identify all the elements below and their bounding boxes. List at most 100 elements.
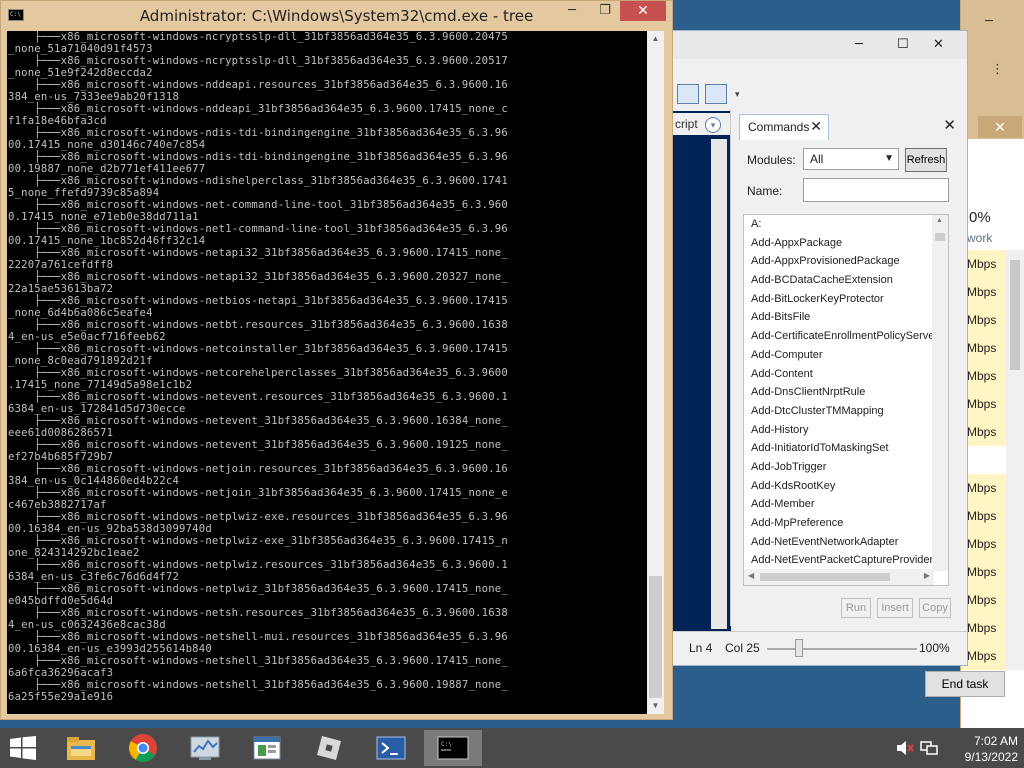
resource-monitor-icon <box>190 736 220 760</box>
taskbar-resource-monitor[interactable] <box>176 730 234 766</box>
scrollbar-thumb[interactable] <box>649 576 662 698</box>
start-button[interactable] <box>10 736 36 760</box>
ise-toolbar: ▾ <box>673 79 967 109</box>
ise-titlebar: ─ ☐ ✕ <box>673 31 967 59</box>
command-list-item[interactable]: Add-KdsRootKey <box>744 477 948 496</box>
modules-value: All <box>810 152 824 166</box>
command-list-item[interactable]: Add-BitsFile <box>744 308 948 327</box>
more-options-icon[interactable]: ⋮ <box>991 62 1004 77</box>
taskbar-file-explorer[interactable] <box>52 730 110 766</box>
task-manager-window: ─ ⋮ ✕ 0% work Mbps Mbps Mbps Mbps Mbps Mbps Mb… <box>960 0 1024 730</box>
refresh-button[interactable]: Refresh <box>905 148 947 172</box>
command-list-item[interactable]: Add-MpPreference <box>744 514 948 533</box>
cmd-window[interactable]: C:\ Administrator: C:\Windows\System32\c… <box>0 0 673 720</box>
scroll-right-icon[interactable]: ▶ <box>924 571 930 580</box>
minimize-icon[interactable]: ─ <box>557 1 587 21</box>
scrollbar-thumb[interactable] <box>1010 260 1020 370</box>
scroll-down-icon[interactable]: ▼ <box>647 698 664 714</box>
command-list-item[interactable]: Add-History <box>744 421 948 440</box>
column-number: Col 25 <box>725 641 760 655</box>
restore-icon[interactable]: ❐ <box>591 1 619 21</box>
close-icon[interactable]: ✕ <box>978 116 1022 138</box>
network-icon[interactable] <box>920 740 938 759</box>
event-viewer-icon <box>253 736 281 760</box>
command-list-item[interactable]: A: <box>744 215 948 234</box>
script-tab[interactable]: cript <box>673 113 731 135</box>
maximize-icon[interactable]: ☐ <box>897 37 909 52</box>
console-text: ├───x86_microsoft-windows-ncryptsslp-dll… <box>8 31 508 703</box>
zoom-slider[interactable] <box>767 648 917 650</box>
scrollbar-thumb[interactable] <box>935 233 945 241</box>
taskbar: C:\ 7:02 AM 9/13/2022 <box>0 728 1024 768</box>
command-list-hscrollbar[interactable]: ◀ ▶ <box>744 569 934 585</box>
zoom-slider-thumb[interactable] <box>795 639 803 657</box>
taskbar-event-viewer[interactable] <box>238 730 296 766</box>
console-scrollbar[interactable]: ▲ ▼ <box>647 31 664 714</box>
command-list-item[interactable]: Add-Content <box>744 365 948 384</box>
command-list-item[interactable]: Add-AppxProvisionedPackage <box>744 252 948 271</box>
roblox-icon <box>317 736 341 760</box>
taskbar-clock[interactable]: 7:02 AM 9/13/2022 <box>965 733 1018 765</box>
cmd-icon: C:\ <box>437 736 469 760</box>
chevron-down-icon: ▼ <box>884 153 894 164</box>
run-button[interactable]: Run <box>841 598 871 618</box>
zoom-level: 100% <box>919 641 950 655</box>
command-list-item[interactable]: Add-InitiatorIdToMaskingSet <box>744 439 948 458</box>
taskbar-chrome[interactable] <box>114 730 172 766</box>
scrollbar-thumb[interactable] <box>760 573 890 581</box>
taskbar-powershell-ise[interactable] <box>362 730 420 766</box>
svg-text:C:\: C:\ <box>441 741 452 748</box>
commands-pane: Commands ✕ ✕ Modules: All ▼ Refresh Name… <box>730 110 964 626</box>
insert-button[interactable]: Insert <box>877 598 913 618</box>
close-icon[interactable]: ✕ <box>810 115 822 139</box>
network-column-header[interactable]: 0% work <box>961 195 1024 251</box>
show-script-pane-icon[interactable] <box>677 84 699 104</box>
name-filter-input[interactable] <box>803 178 949 202</box>
end-task-button[interactable]: End task <box>925 671 1005 697</box>
clock-date: 9/13/2022 <box>964 750 1018 764</box>
command-list-item[interactable]: Add-CertificateEnrollmentPolicyServer <box>744 327 948 346</box>
console-output[interactable]: ├───x86_microsoft-windows-ncryptsslp-dll… <box>7 31 647 714</box>
modules-label: Modules: <box>747 153 796 167</box>
close-icon[interactable]: ✕ <box>620 1 666 21</box>
show-script-pane-right-icon[interactable] <box>705 84 727 104</box>
scroll-up-icon[interactable]: ▲ <box>647 31 664 47</box>
minimize-icon[interactable]: ─ <box>985 14 993 29</box>
network-column-label: work <box>967 231 993 245</box>
commands-tab[interactable]: Commands ✕ <box>739 114 829 140</box>
modules-dropdown[interactable]: All ▼ <box>803 148 899 170</box>
command-list-item[interactable]: Add-NetEventNetworkAdapter <box>744 533 948 552</box>
command-list-item[interactable]: Add-BCDataCacheExtension <box>744 271 948 290</box>
network-percent: 0% <box>969 209 991 226</box>
copy-button[interactable]: Copy <box>919 598 951 618</box>
commands-tab-label: Commands <box>748 120 810 134</box>
command-list-item[interactable]: Add-AppxPackage <box>744 234 948 253</box>
ise-status-bar: Ln 4 Col 25 100% <box>673 631 967 665</box>
name-label: Name: <box>747 184 783 198</box>
taskbar-cmd[interactable]: C:\ <box>424 730 482 766</box>
minimize-icon[interactable]: ─ <box>855 37 863 52</box>
collapse-script-pane-icon[interactable]: ▾ <box>705 117 721 133</box>
command-list-item[interactable]: Add-JobTrigger <box>744 458 948 477</box>
command-list-vscrollbar[interactable]: ▲ <box>932 215 948 571</box>
scroll-up-icon[interactable]: ▲ <box>936 217 943 224</box>
toolbar-overflow-icon[interactable]: ▾ <box>735 89 740 100</box>
volume-muted-icon[interactable] <box>896 740 914 759</box>
command-list-item[interactable]: Add-Member <box>744 495 948 514</box>
chrome-icon <box>129 734 157 762</box>
command-list-item[interactable]: Add-BitLockerKeyProtector <box>744 290 948 309</box>
line-number: Ln 4 <box>689 641 713 655</box>
command-list-item[interactable]: Add-DnsClientNrptRule <box>744 383 948 402</box>
scroll-left-icon[interactable]: ◀ <box>748 571 754 580</box>
task-manager-scrollbar[interactable] <box>1006 250 1024 670</box>
command-list: A: Add-AppxPackage Add-AppxProvisionedPack… <box>743 214 949 586</box>
command-list-item[interactable]: Add-NetEventPacketCaptureProvider <box>744 551 948 570</box>
close-icon[interactable]: ✕ <box>943 116 956 134</box>
command-list-item[interactable]: Add-DtcClusterTMMapping <box>744 402 948 421</box>
close-icon[interactable]: ✕ <box>933 37 944 52</box>
taskbar-roblox[interactable] <box>300 730 358 766</box>
cmd-titlebar[interactable]: C:\ Administrator: C:\Windows\System32\c… <box>1 1 672 31</box>
editor-scrollbar[interactable] <box>711 139 727 629</box>
windows-logo-icon <box>10 736 36 760</box>
command-list-item[interactable]: Add-Computer <box>744 346 948 365</box>
